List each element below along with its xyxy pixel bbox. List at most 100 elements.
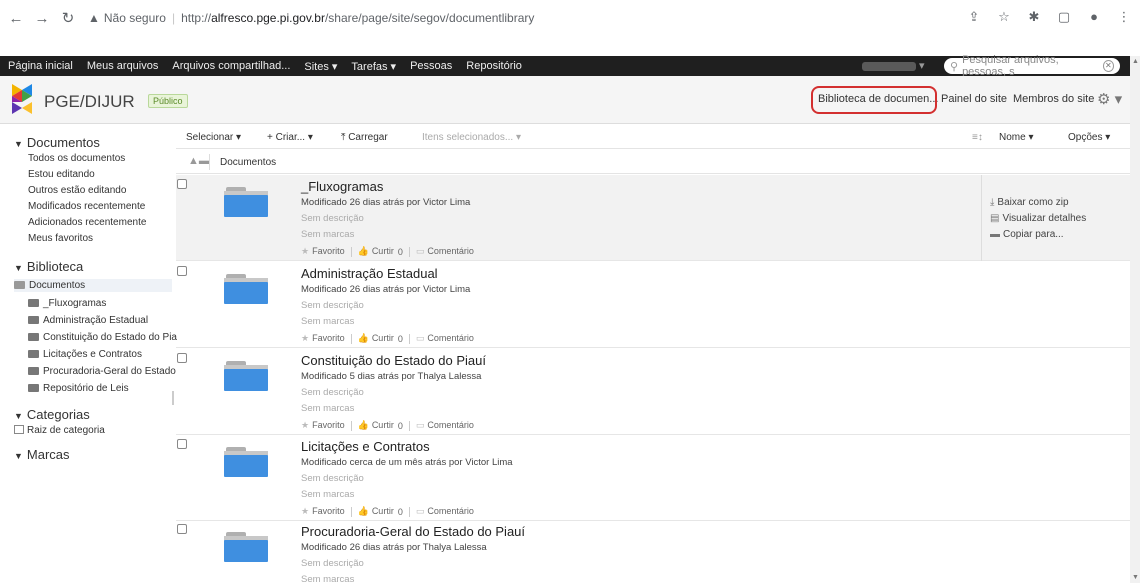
page-scrollbar[interactable]: ▲ ▼ bbox=[1130, 56, 1140, 583]
nav-home[interactable]: Página inicial bbox=[8, 60, 73, 72]
options-menu[interactable]: Opções ▾ bbox=[1068, 132, 1110, 143]
forward-icon[interactable]: → bbox=[34, 10, 50, 27]
categories-heading[interactable]: ▼ Categorias bbox=[14, 407, 90, 422]
row-tags: Sem marcas bbox=[301, 403, 355, 414]
favorite-button[interactable]: ★ Favorito bbox=[301, 420, 345, 431]
sort-direction-icon[interactable]: ≡↕ bbox=[972, 132, 983, 143]
site-nav-members[interactable]: Membros do site bbox=[1013, 93, 1094, 105]
filter-recently-modified[interactable]: Modificados recentemente bbox=[28, 201, 145, 212]
row-checkbox[interactable] bbox=[177, 353, 187, 363]
menu-icon[interactable]: ⋮ bbox=[1116, 9, 1132, 25]
address-bar[interactable]: ▲ Não seguro | http://alfresco.pge.pi.go… bbox=[78, 5, 1014, 31]
folder-up-icon[interactable]: ▲▬ bbox=[188, 155, 210, 167]
favorite-button[interactable]: ★ Favorito bbox=[301, 246, 345, 257]
row-description: Sem descrição bbox=[301, 558, 364, 569]
nav-people[interactable]: Pessoas bbox=[410, 60, 452, 72]
sidepanel-icon[interactable]: ▢ bbox=[1056, 9, 1072, 25]
site-title[interactable]: PGE/DIJUR bbox=[44, 92, 135, 112]
scroll-up-icon[interactable]: ▲ bbox=[1132, 58, 1139, 65]
nav-repository[interactable]: Repositório bbox=[466, 60, 522, 72]
download-icon: ⤓ bbox=[990, 197, 995, 208]
row-checkbox[interactable] bbox=[177, 439, 187, 449]
tree-folder[interactable]: Licitações e Contratos bbox=[28, 349, 142, 360]
folder-icon[interactable] bbox=[224, 187, 268, 219]
back-icon[interactable]: ← bbox=[8, 10, 24, 27]
download-zip-action[interactable]: ⤓ Baixar como zip bbox=[990, 197, 1069, 208]
tree-root-documents[interactable]: Documentos bbox=[14, 279, 172, 292]
row-name[interactable]: Procuradoria-Geral do Estado do Piauí bbox=[301, 524, 525, 539]
comment-button[interactable]: ▭ Comentário bbox=[416, 420, 474, 431]
sort-field-menu[interactable]: Nome ▾ bbox=[999, 132, 1033, 143]
like-button[interactable]: 👍 Curtir bbox=[358, 420, 394, 431]
breadcrumb[interactable]: Documentos bbox=[220, 157, 276, 168]
comment-button[interactable]: ▭ Comentário bbox=[416, 333, 474, 344]
nav-tasks[interactable]: Tarefas ▾ bbox=[351, 60, 396, 73]
search-icon: ⚲ bbox=[950, 60, 959, 73]
star-icon[interactable]: ☆ bbox=[996, 9, 1012, 25]
row-name[interactable]: Constituição do Estado do Piauí bbox=[301, 353, 486, 368]
upload-button[interactable]: ⤒ Carregar bbox=[341, 132, 388, 143]
sidebar-resize-handle[interactable] bbox=[172, 391, 174, 405]
folder-icon[interactable] bbox=[224, 532, 268, 564]
share-icon[interactable]: ⇪ bbox=[966, 9, 982, 25]
copy-to-action[interactable]: ▬ Copiar para... bbox=[990, 229, 1064, 240]
like-button[interactable]: 👍 Curtir bbox=[358, 333, 394, 344]
tree-folder[interactable]: Repositório de Leis bbox=[28, 383, 129, 394]
tree-folder[interactable]: Procuradoria-Geral do Estado bbox=[28, 366, 176, 377]
clear-search-icon[interactable]: ✕ bbox=[1102, 60, 1114, 72]
like-button[interactable]: 👍 Curtir bbox=[358, 506, 394, 517]
star-icon: ★ bbox=[301, 506, 310, 516]
folder-icon[interactable] bbox=[224, 274, 268, 306]
site-nav-dashboard[interactable]: Painel do site bbox=[941, 93, 1007, 105]
nav-shared-files[interactable]: Arquivos compartilhad... bbox=[172, 60, 290, 72]
table-row[interactable]: Administração Estadual Modificado 26 dia… bbox=[176, 262, 1130, 348]
tree-folder[interactable]: Constituição do Estado do Pia bbox=[28, 332, 177, 343]
like-count: 0 bbox=[397, 246, 403, 257]
row-name[interactable]: Licitações e Contratos bbox=[301, 439, 430, 454]
scroll-down-icon[interactable]: ▼ bbox=[1132, 574, 1139, 581]
favorite-button[interactable]: ★ Favorito bbox=[301, 506, 345, 517]
like-button[interactable]: 👍 Curtir bbox=[358, 246, 394, 257]
tree-folder[interactable]: _Fluxogramas bbox=[28, 298, 106, 309]
row-name[interactable]: Administração Estadual bbox=[301, 266, 438, 281]
comment-button[interactable]: ▭ Comentário bbox=[416, 246, 474, 257]
tree-folder[interactable]: Administração Estadual bbox=[28, 315, 148, 326]
favorite-button[interactable]: ★ Favorito bbox=[301, 333, 345, 344]
filter-editing-others[interactable]: Outros estão editando bbox=[28, 185, 126, 196]
row-checkbox[interactable] bbox=[177, 179, 187, 189]
category-root[interactable]: Raiz de categoria bbox=[14, 425, 105, 436]
filter-recently-added[interactable]: Adicionados recentemente bbox=[28, 217, 146, 228]
global-search[interactable]: ⚲ Pesquisar arquivos, pessoas, s ✕ bbox=[944, 54, 1120, 78]
library-heading[interactable]: ▼ Biblioteca bbox=[14, 259, 83, 274]
folder-icon[interactable] bbox=[224, 361, 268, 393]
table-row[interactable]: Licitações e Contratos Modificado cerca … bbox=[176, 435, 1130, 521]
filter-editing-me[interactable]: Estou editando bbox=[28, 169, 95, 180]
reload-icon[interactable]: ↻ bbox=[60, 9, 76, 27]
table-row[interactable]: Constituição do Estado do Piauí Modifica… bbox=[176, 349, 1130, 435]
table-row[interactable]: _Fluxogramas Modificado 26 dias atrás po… bbox=[176, 175, 1130, 261]
row-checkbox[interactable] bbox=[177, 524, 187, 534]
site-logo-icon bbox=[12, 84, 32, 114]
documents-heading[interactable]: ▼ Documentos bbox=[14, 135, 100, 150]
selected-items-menu[interactable]: Itens selecionados... ▾ bbox=[422, 132, 521, 143]
row-modified: Modificado 26 dias atrás por Victor Lima bbox=[301, 197, 471, 208]
view-details-action[interactable]: ▤ Visualizar detalhes bbox=[990, 213, 1086, 224]
tags-heading[interactable]: ▼ Marcas bbox=[14, 447, 70, 462]
profile-icon[interactable]: ● bbox=[1086, 9, 1102, 25]
nav-my-files[interactable]: Meus arquivos bbox=[87, 60, 159, 72]
comment-button[interactable]: ▭ Comentário bbox=[416, 506, 474, 517]
gear-icon[interactable]: ⚙ ▾ bbox=[1097, 90, 1122, 108]
folder-icon[interactable] bbox=[224, 447, 268, 479]
row-description: Sem descrição bbox=[301, 300, 364, 311]
filter-favorites[interactable]: Meus favoritos bbox=[28, 233, 93, 244]
user-menu[interactable]: ▾ bbox=[862, 59, 925, 72]
select-menu[interactable]: Selecionar ▾ bbox=[186, 132, 241, 143]
row-checkbox[interactable] bbox=[177, 266, 187, 276]
row-name[interactable]: _Fluxogramas bbox=[301, 179, 383, 194]
create-menu[interactable]: + Criar... ▾ bbox=[267, 132, 313, 143]
extensions-icon[interactable]: ✱ bbox=[1026, 9, 1042, 25]
filter-all-documents[interactable]: Todos os documentos bbox=[28, 153, 125, 164]
table-row[interactable]: Procuradoria-Geral do Estado do Piauí Mo… bbox=[176, 520, 1130, 583]
search-input[interactable]: Pesquisar arquivos, pessoas, s bbox=[962, 54, 1103, 78]
nav-sites[interactable]: Sites ▾ bbox=[304, 60, 337, 73]
